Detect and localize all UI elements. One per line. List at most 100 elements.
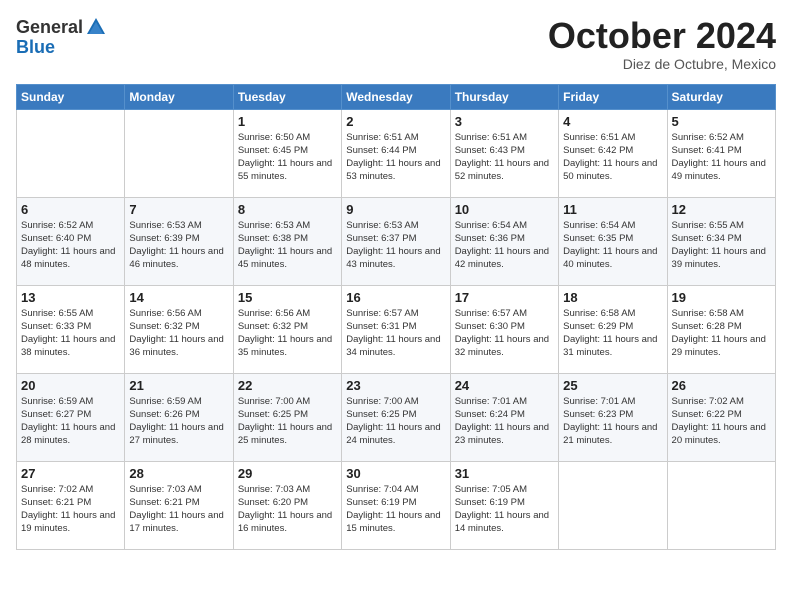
day-info: Sunrise: 7:01 AM Sunset: 6:23 PM Dayligh… xyxy=(563,395,662,448)
calendar-cell xyxy=(17,109,125,197)
calendar-cell: 26Sunrise: 7:02 AM Sunset: 6:22 PM Dayli… xyxy=(667,373,775,461)
weekday-header-saturday: Saturday xyxy=(667,84,775,109)
day-info: Sunrise: 6:52 AM Sunset: 6:40 PM Dayligh… xyxy=(21,219,120,272)
calendar-cell xyxy=(125,109,233,197)
day-info: Sunrise: 7:00 AM Sunset: 6:25 PM Dayligh… xyxy=(346,395,445,448)
calendar-cell: 27 Sunrise: 7:02 AM Sunset: 6:21 PM Dayli… xyxy=(17,461,125,549)
day-info: Sunrise: 6:54 AM Sunset: 6:35 PM Dayligh… xyxy=(563,219,662,272)
calendar-cell: 4Sunrise: 6:51 AM Sunset: 6:42 PM Daylig… xyxy=(559,109,667,197)
day-info: Sunrise: 6:59 AM Sunset: 6:27 PM Dayligh… xyxy=(21,395,120,448)
day-number: 25 xyxy=(563,378,662,393)
day-number: 19 xyxy=(672,290,771,305)
calendar-cell xyxy=(667,461,775,549)
day-number: 29 xyxy=(238,466,337,481)
calendar-cell xyxy=(559,461,667,549)
header: General Blue October 2024 Diez de Octubr… xyxy=(16,16,776,72)
calendar-cell: 12Sunrise: 6:55 AM Sunset: 6:34 PM Dayli… xyxy=(667,197,775,285)
day-number: 20 xyxy=(21,378,120,393)
calendar-cell: 30Sunrise: 7:04 AM Sunset: 6:19 PM Dayli… xyxy=(342,461,450,549)
day-info: Sunrise: 7:01 AM Sunset: 6:24 PM Dayligh… xyxy=(455,395,554,448)
day-number: 2 xyxy=(346,114,445,129)
calendar-cell: 31Sunrise: 7:05 AM Sunset: 6:19 PM Dayli… xyxy=(450,461,558,549)
calendar-cell: 23 Sunrise: 7:00 AM Sunset: 6:25 PM Dayli… xyxy=(342,373,450,461)
logo: General Blue xyxy=(16,16,107,58)
day-info: Sunrise: 6:56 AM Sunset: 6:32 PM Dayligh… xyxy=(238,307,337,360)
day-info: Sunrise: 6:58 AM Sunset: 6:29 PM Dayligh… xyxy=(563,307,662,360)
day-info: Sunrise: 6:57 AM Sunset: 6:30 PM Dayligh… xyxy=(455,307,554,360)
calendar-cell: 24 Sunrise: 7:01 AM Sunset: 6:24 PM Dayli… xyxy=(450,373,558,461)
location-subtitle: Diez de Octubre, Mexico xyxy=(548,56,776,72)
day-number: 7 xyxy=(129,202,228,217)
day-info: Sunrise: 7:04 AM Sunset: 6:19 PM Dayligh… xyxy=(346,483,445,536)
day-info: Sunrise: 6:51 AM Sunset: 6:44 PM Dayligh… xyxy=(346,131,445,184)
weekday-header-wednesday: Wednesday xyxy=(342,84,450,109)
calendar-cell: 19 Sunrise: 6:58 AM Sunset: 6:28 PM Dayli… xyxy=(667,285,775,373)
day-number: 6 xyxy=(21,202,120,217)
title-area: October 2024 Diez de Octubre, Mexico xyxy=(548,16,776,72)
calendar-cell: 21Sunrise: 6:59 AM Sunset: 6:26 PM Dayli… xyxy=(125,373,233,461)
day-info: Sunrise: 6:55 AM Sunset: 6:34 PM Dayligh… xyxy=(672,219,771,272)
weekday-header-friday: Friday xyxy=(559,84,667,109)
day-info: Sunrise: 6:53 AM Sunset: 6:38 PM Dayligh… xyxy=(238,219,337,272)
day-info: Sunrise: 7:02 AM Sunset: 6:21 PM Dayligh… xyxy=(21,483,120,536)
day-info: Sunrise: 6:53 AM Sunset: 6:39 PM Dayligh… xyxy=(129,219,228,272)
calendar-cell: 28Sunrise: 7:03 AM Sunset: 6:21 PM Dayli… xyxy=(125,461,233,549)
calendar-cell: 7 Sunrise: 6:53 AM Sunset: 6:39 PM Daylig… xyxy=(125,197,233,285)
logo-icon xyxy=(85,16,107,38)
month-title: October 2024 xyxy=(548,16,776,56)
calendar-cell: 6 Sunrise: 6:52 AM Sunset: 6:40 PM Daylig… xyxy=(17,197,125,285)
calendar-cell: 5Sunrise: 6:52 AM Sunset: 6:41 PM Daylig… xyxy=(667,109,775,197)
calendar-cell: 9 Sunrise: 6:53 AM Sunset: 6:37 PM Daylig… xyxy=(342,197,450,285)
week-row-1: 1 Sunrise: 6:50 AM Sunset: 6:45 PM Daylig… xyxy=(17,109,776,197)
calendar-cell: 18 Sunrise: 6:58 AM Sunset: 6:29 PM Dayli… xyxy=(559,285,667,373)
day-number: 8 xyxy=(238,202,337,217)
calendar-cell: 20 Sunrise: 6:59 AM Sunset: 6:27 PM Dayli… xyxy=(17,373,125,461)
day-number: 23 xyxy=(346,378,445,393)
day-number: 18 xyxy=(563,290,662,305)
day-info: Sunrise: 6:54 AM Sunset: 6:36 PM Dayligh… xyxy=(455,219,554,272)
day-info: Sunrise: 6:50 AM Sunset: 6:45 PM Dayligh… xyxy=(238,131,337,184)
weekday-header-row: SundayMondayTuesdayWednesdayThursdayFrid… xyxy=(17,84,776,109)
day-number: 10 xyxy=(455,202,554,217)
weekday-header-sunday: Sunday xyxy=(17,84,125,109)
weekday-header-monday: Monday xyxy=(125,84,233,109)
day-number: 26 xyxy=(672,378,771,393)
week-row-5: 27 Sunrise: 7:02 AM Sunset: 6:21 PM Dayli… xyxy=(17,461,776,549)
calendar-cell: 29Sunrise: 7:03 AM Sunset: 6:20 PM Dayli… xyxy=(233,461,341,549)
day-info: Sunrise: 6:57 AM Sunset: 6:31 PM Dayligh… xyxy=(346,307,445,360)
calendar-cell: 15 Sunrise: 6:56 AM Sunset: 6:32 PM Dayli… xyxy=(233,285,341,373)
week-row-2: 6 Sunrise: 6:52 AM Sunset: 6:40 PM Daylig… xyxy=(17,197,776,285)
calendar-cell: 13 Sunrise: 6:55 AM Sunset: 6:33 PM Dayli… xyxy=(17,285,125,373)
week-row-3: 13 Sunrise: 6:55 AM Sunset: 6:33 PM Dayli… xyxy=(17,285,776,373)
calendar-cell: 22Sunrise: 7:00 AM Sunset: 6:25 PM Dayli… xyxy=(233,373,341,461)
day-number: 15 xyxy=(238,290,337,305)
day-number: 1 xyxy=(238,114,337,129)
logo-blue: Blue xyxy=(16,37,55,57)
day-number: 5 xyxy=(672,114,771,129)
weekday-header-tuesday: Tuesday xyxy=(233,84,341,109)
logo-general: General xyxy=(16,18,83,36)
day-info: Sunrise: 6:56 AM Sunset: 6:32 PM Dayligh… xyxy=(129,307,228,360)
calendar-cell: 2 Sunrise: 6:51 AM Sunset: 6:44 PM Daylig… xyxy=(342,109,450,197)
day-number: 16 xyxy=(346,290,445,305)
calendar-cell: 10 Sunrise: 6:54 AM Sunset: 6:36 PM Dayli… xyxy=(450,197,558,285)
day-info: Sunrise: 6:53 AM Sunset: 6:37 PM Dayligh… xyxy=(346,219,445,272)
day-info: Sunrise: 6:58 AM Sunset: 6:28 PM Dayligh… xyxy=(672,307,771,360)
day-number: 14 xyxy=(129,290,228,305)
calendar-table: SundayMondayTuesdayWednesdayThursdayFrid… xyxy=(16,84,776,550)
day-info: Sunrise: 6:59 AM Sunset: 6:26 PM Dayligh… xyxy=(129,395,228,448)
day-info: Sunrise: 7:03 AM Sunset: 6:21 PM Dayligh… xyxy=(129,483,228,536)
day-number: 9 xyxy=(346,202,445,217)
day-info: Sunrise: 6:51 AM Sunset: 6:43 PM Dayligh… xyxy=(455,131,554,184)
day-number: 27 xyxy=(21,466,120,481)
calendar-cell: 17Sunrise: 6:57 AM Sunset: 6:30 PM Dayli… xyxy=(450,285,558,373)
day-number: 13 xyxy=(21,290,120,305)
calendar-cell: 8 Sunrise: 6:53 AM Sunset: 6:38 PM Daylig… xyxy=(233,197,341,285)
calendar-cell: 11Sunrise: 6:54 AM Sunset: 6:35 PM Dayli… xyxy=(559,197,667,285)
day-number: 31 xyxy=(455,466,554,481)
calendar-cell: 3Sunrise: 6:51 AM Sunset: 6:43 PM Daylig… xyxy=(450,109,558,197)
calendar-cell: 16 Sunrise: 6:57 AM Sunset: 6:31 PM Dayli… xyxy=(342,285,450,373)
weekday-header-thursday: Thursday xyxy=(450,84,558,109)
day-number: 24 xyxy=(455,378,554,393)
day-info: Sunrise: 6:55 AM Sunset: 6:33 PM Dayligh… xyxy=(21,307,120,360)
